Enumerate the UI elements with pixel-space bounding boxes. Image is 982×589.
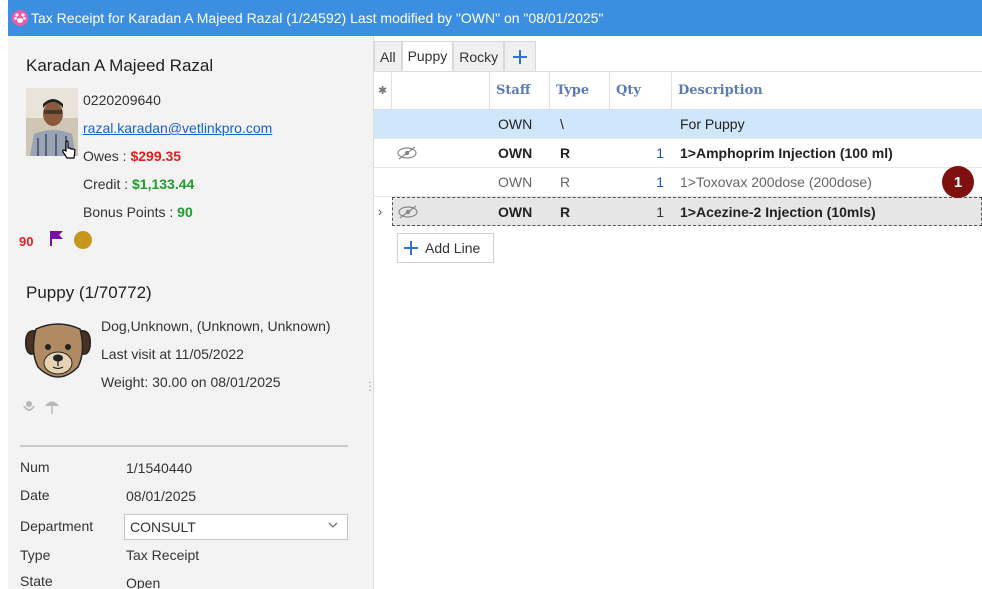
num-label: Num bbox=[20, 459, 50, 475]
add-line-button[interactable]: Add Line bbox=[397, 233, 494, 263]
staff-cell: OWN bbox=[498, 145, 533, 161]
client-email-link[interactable]: razal.karadan@vetlinkpro.com bbox=[83, 120, 272, 136]
type-cell: R bbox=[560, 204, 571, 220]
plus-icon bbox=[513, 49, 528, 64]
client-name: Karadan A Majeed Razal bbox=[26, 56, 214, 75]
desexed-icon bbox=[23, 401, 35, 411]
owes-value: $299.35 bbox=[130, 148, 182, 164]
table-row[interactable]: OWN R 1 1>Acezine-2 Injection (10mls) bbox=[392, 197, 982, 226]
coin-icon[interactable] bbox=[74, 231, 92, 249]
staff-cell: OWN bbox=[498, 204, 533, 220]
patient-last-visit: Last visit at 11/05/2022 bbox=[101, 346, 244, 362]
client-panel: Karadan A Majeed Razal 0220209640 razal.… bbox=[8, 36, 366, 589]
department-value: CONSULT bbox=[130, 519, 196, 535]
add-tab-button[interactable] bbox=[504, 41, 537, 71]
title-bar: Tax Receipt for Karadan A Majeed Razal (… bbox=[8, 0, 982, 36]
panel-splitter[interactable]: · · · bbox=[366, 36, 374, 589]
plus-icon bbox=[404, 241, 418, 255]
icon-column-header bbox=[392, 72, 490, 110]
grid-corner-icon[interactable]: ✱ bbox=[374, 72, 392, 110]
staff-cell: OWN bbox=[498, 116, 533, 132]
client-phone: 0220209640 bbox=[83, 92, 161, 108]
tab-puppy[interactable]: Puppy bbox=[401, 41, 454, 71]
bonus-label: Bonus Points : bbox=[83, 204, 178, 220]
bonus-row: Bonus Points : 90 bbox=[83, 204, 193, 220]
qty-cell: 1 bbox=[656, 145, 664, 161]
staff-column-header[interactable]: Staff bbox=[490, 72, 550, 110]
state-label: State bbox=[20, 573, 53, 589]
type-cell: \ bbox=[560, 116, 564, 132]
qty-cell: 1 bbox=[656, 204, 664, 220]
table-row[interactable]: OWN R 1 1>Toxovax 200dose (200dose) bbox=[374, 168, 982, 197]
points-badge: 90 bbox=[19, 234, 34, 249]
credit-row: Credit : $1,133.44 bbox=[83, 176, 194, 192]
type-column-header[interactable]: Type bbox=[550, 72, 610, 110]
date-label: Date bbox=[20, 487, 50, 503]
patient-status-icons bbox=[21, 398, 69, 416]
type-label: Type bbox=[20, 547, 51, 563]
patient-name: Puppy (1/70772) bbox=[26, 283, 152, 302]
line-items-grid: ✱ Staff Type Qty Description OWN \ For P… bbox=[374, 71, 982, 231]
num-value: 1/1540440 bbox=[126, 460, 193, 476]
department-select[interactable]: CONSULT bbox=[124, 514, 348, 540]
eye-slash-icon[interactable] bbox=[397, 198, 419, 226]
add-line-label: Add Line bbox=[425, 240, 481, 256]
tab-rocky[interactable]: Rocky bbox=[453, 41, 505, 71]
date-value: 08/01/2025 bbox=[126, 488, 197, 504]
department-label: Department bbox=[20, 518, 94, 534]
patient-weight: Weight: 30.00 on 08/01/2025 bbox=[101, 374, 281, 390]
state-value: Open bbox=[126, 575, 161, 589]
window-title: Tax Receipt for Karadan A Majeed Razal (… bbox=[31, 10, 604, 26]
description-cell: 1>Amphoprim Injection (100 ml) bbox=[680, 145, 893, 161]
eye-slash-icon[interactable] bbox=[396, 139, 418, 167]
splitter-grip-icon[interactable]: · · · bbox=[366, 378, 374, 396]
umbrella-icon bbox=[45, 401, 59, 414]
table-row[interactable]: OWN R 1 1>Amphoprim Injection (100 ml) bbox=[374, 139, 982, 168]
type-value: Tax Receipt bbox=[126, 547, 200, 563]
description-column-header[interactable]: Description bbox=[672, 72, 982, 110]
staff-cell: OWN bbox=[498, 174, 533, 190]
owes-label: Owes : bbox=[83, 148, 131, 164]
qty-column-header[interactable]: Qty bbox=[610, 72, 672, 110]
tab-all[interactable]: All bbox=[374, 41, 402, 71]
section-divider bbox=[20, 445, 348, 447]
hand-pointer-icon bbox=[60, 140, 78, 162]
table-row[interactable]: OWN \ For Puppy bbox=[374, 110, 982, 139]
type-cell: R bbox=[560, 145, 571, 161]
flag-icon[interactable] bbox=[47, 229, 65, 247]
type-cell: R bbox=[560, 174, 571, 190]
step-badge: 1 bbox=[942, 166, 974, 198]
paw-icon bbox=[11, 9, 29, 27]
patient-species: Dog,Unknown, (Unknown, Unknown) bbox=[101, 318, 331, 334]
chevron-down-icon bbox=[327, 518, 339, 530]
description-cell: 1>Acezine-2 Injection (10mls) bbox=[680, 204, 876, 220]
credit-label: Credit : bbox=[83, 176, 133, 192]
dog-icon bbox=[22, 317, 94, 379]
description-cell: 1>Toxovax 200dose (200dose) bbox=[680, 174, 872, 190]
description-cell: For Puppy bbox=[680, 116, 745, 132]
bonus-value: 90 bbox=[177, 204, 193, 220]
qty-cell: 1 bbox=[656, 174, 664, 190]
patient-tabs: All Puppy Rocky bbox=[374, 41, 537, 71]
credit-value: $1,133.44 bbox=[132, 176, 195, 192]
row-indicator-icon: › bbox=[378, 204, 383, 219]
owes-row: Owes : $299.35 bbox=[83, 148, 181, 164]
